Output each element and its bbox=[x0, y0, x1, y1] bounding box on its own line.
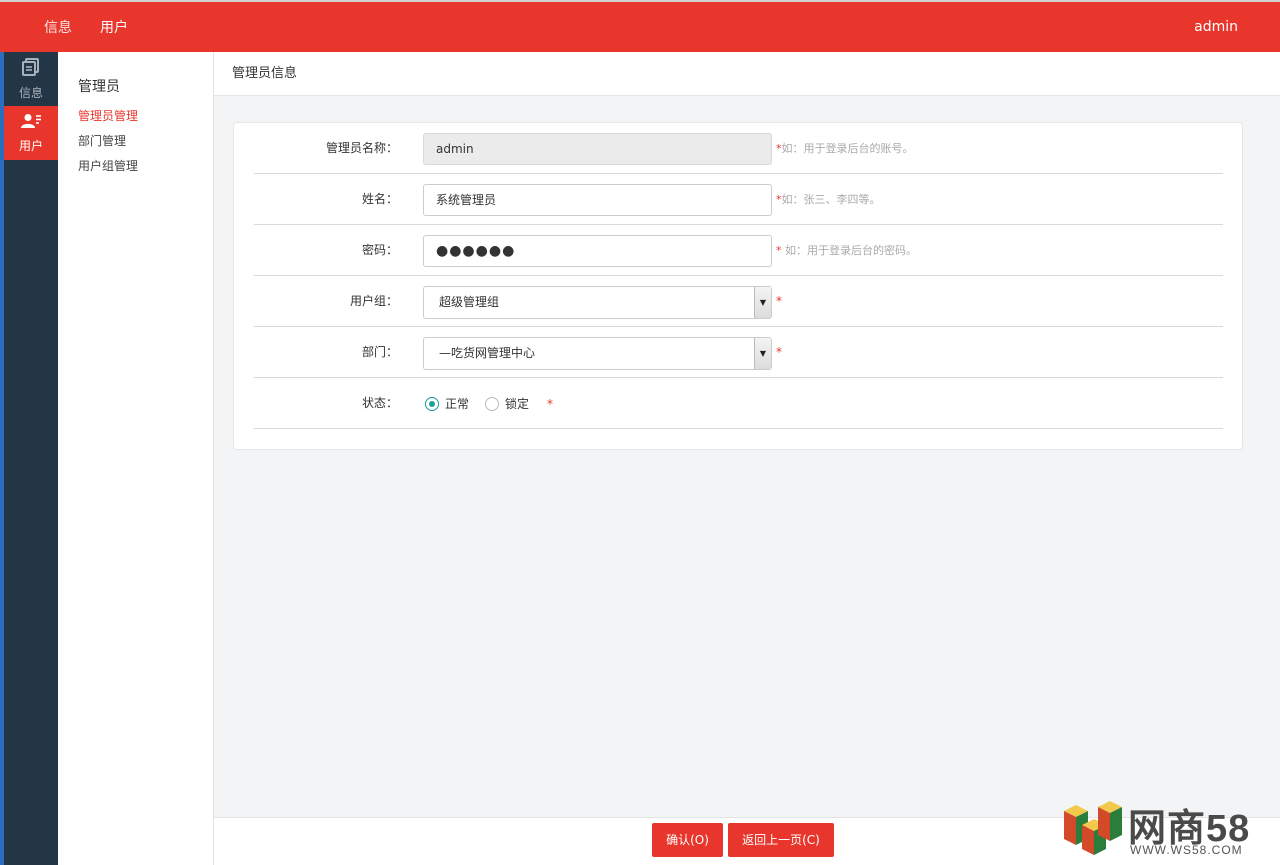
sidebar-tab-label: 用户 bbox=[18, 138, 43, 153]
current-user-menu[interactable]: admin bbox=[1194, 2, 1238, 52]
username-input[interactable]: admin bbox=[423, 133, 772, 165]
chevron-down-icon[interactable]: ▼ bbox=[754, 287, 771, 318]
realname-label: 姓名： bbox=[361, 192, 398, 206]
status-label: 状态： bbox=[361, 396, 398, 410]
form-row-department: 部门： —吃货网管理中心 ▼ * bbox=[254, 327, 1223, 378]
submenu-group-title: 管理员 bbox=[78, 79, 120, 95]
admin-form-card: 管理员名称： admin *如：用于登录后台的账号。 姓名： 系统管理员 *如：… bbox=[233, 122, 1243, 450]
department-label: 部门： bbox=[361, 345, 398, 359]
department-selected: —吃货网管理中心 bbox=[439, 346, 536, 360]
password-label: 密码： bbox=[361, 243, 398, 257]
username-hint: *如：用于登录后台的账号。 bbox=[776, 123, 914, 174]
required-star: * bbox=[776, 294, 782, 308]
sidebar-tab-user[interactable]: 用户 bbox=[4, 106, 58, 160]
status-radio-group: 正常 锁定 * bbox=[425, 378, 553, 429]
form-row-realname: 姓名： 系统管理员 *如：张三、李四等。 bbox=[254, 174, 1223, 225]
realname-hint-text: 如：张三、李四等。 bbox=[781, 193, 881, 206]
form-row-status: 状态： 正常 锁定 * bbox=[254, 378, 1223, 429]
username-label: 管理员名称： bbox=[325, 141, 398, 155]
radio-unchecked-icon[interactable] bbox=[485, 396, 500, 411]
sidebar-tab-label: 信息 bbox=[18, 85, 43, 100]
radio-checked-icon[interactable] bbox=[425, 396, 439, 411]
watermark-url: WWW.WS58.COM bbox=[1130, 843, 1243, 857]
password-hint: * 如：用于登录后台的密码。 bbox=[776, 225, 917, 276]
form-row-username: 管理员名称： admin *如：用于登录后台的账号。 bbox=[254, 123, 1223, 174]
confirm-button[interactable]: 确认(O) bbox=[652, 823, 723, 857]
document-stack-icon bbox=[22, 57, 40, 80]
usergroup-select[interactable]: 超级管理组 ▼ bbox=[423, 286, 772, 319]
department-select[interactable]: —吃货网管理中心 ▼ bbox=[423, 337, 772, 370]
top-nav: 信息 用户 bbox=[30, 2, 142, 52]
sub-menu: 管理员 管理员管理 部门管理 用户组管理 bbox=[58, 52, 214, 865]
watermark-logo: 网商58 WWW.WS58.COM bbox=[1062, 797, 1270, 859]
back-button[interactable]: 返回上一页(C) bbox=[728, 823, 834, 857]
password-hint-text: 如：用于登录后台的密码。 bbox=[781, 244, 917, 257]
realname-hint: *如：张三、李四等。 bbox=[776, 174, 881, 225]
brand-cube-logo-icon bbox=[1064, 801, 1122, 855]
status-option-normal[interactable]: 正常 bbox=[425, 395, 469, 412]
page-title: 管理员信息 bbox=[214, 52, 1280, 96]
status-option-label: 锁定 bbox=[505, 397, 530, 411]
required-star: * bbox=[547, 396, 554, 411]
submenu-item-admin-manage[interactable]: 管理员管理 bbox=[58, 104, 213, 129]
top-nav-info[interactable]: 信息 bbox=[30, 17, 86, 37]
top-navbar: 信息 用户 admin bbox=[0, 0, 1280, 52]
required-star: * bbox=[776, 345, 782, 359]
password-input[interactable]: ●●●●●● bbox=[423, 235, 772, 267]
icon-sidebar: 信息 用户 bbox=[4, 52, 58, 865]
realname-input[interactable]: 系统管理员 bbox=[423, 184, 772, 216]
form-row-password: 密码： ●●●●●● * 如：用于登录后台的密码。 bbox=[254, 225, 1223, 276]
status-option-locked[interactable]: 锁定 bbox=[485, 395, 529, 412]
usergroup-label: 用户组： bbox=[349, 294, 398, 308]
sidebar-tab-info[interactable]: 信息 bbox=[4, 52, 58, 106]
submenu-item-usergroup-manage[interactable]: 用户组管理 bbox=[58, 154, 213, 179]
username-hint-text: 如：用于登录后台的账号。 bbox=[781, 142, 914, 155]
status-option-label: 正常 bbox=[445, 397, 470, 411]
user-list-icon bbox=[21, 113, 41, 133]
chevron-down-icon[interactable]: ▼ bbox=[754, 338, 771, 369]
top-nav-user[interactable]: 用户 bbox=[86, 17, 142, 37]
form-row-usergroup: 用户组： 超级管理组 ▼ * bbox=[254, 276, 1223, 327]
usergroup-selected: 超级管理组 bbox=[439, 295, 500, 309]
submenu-item-department-manage[interactable]: 部门管理 bbox=[58, 129, 213, 154]
